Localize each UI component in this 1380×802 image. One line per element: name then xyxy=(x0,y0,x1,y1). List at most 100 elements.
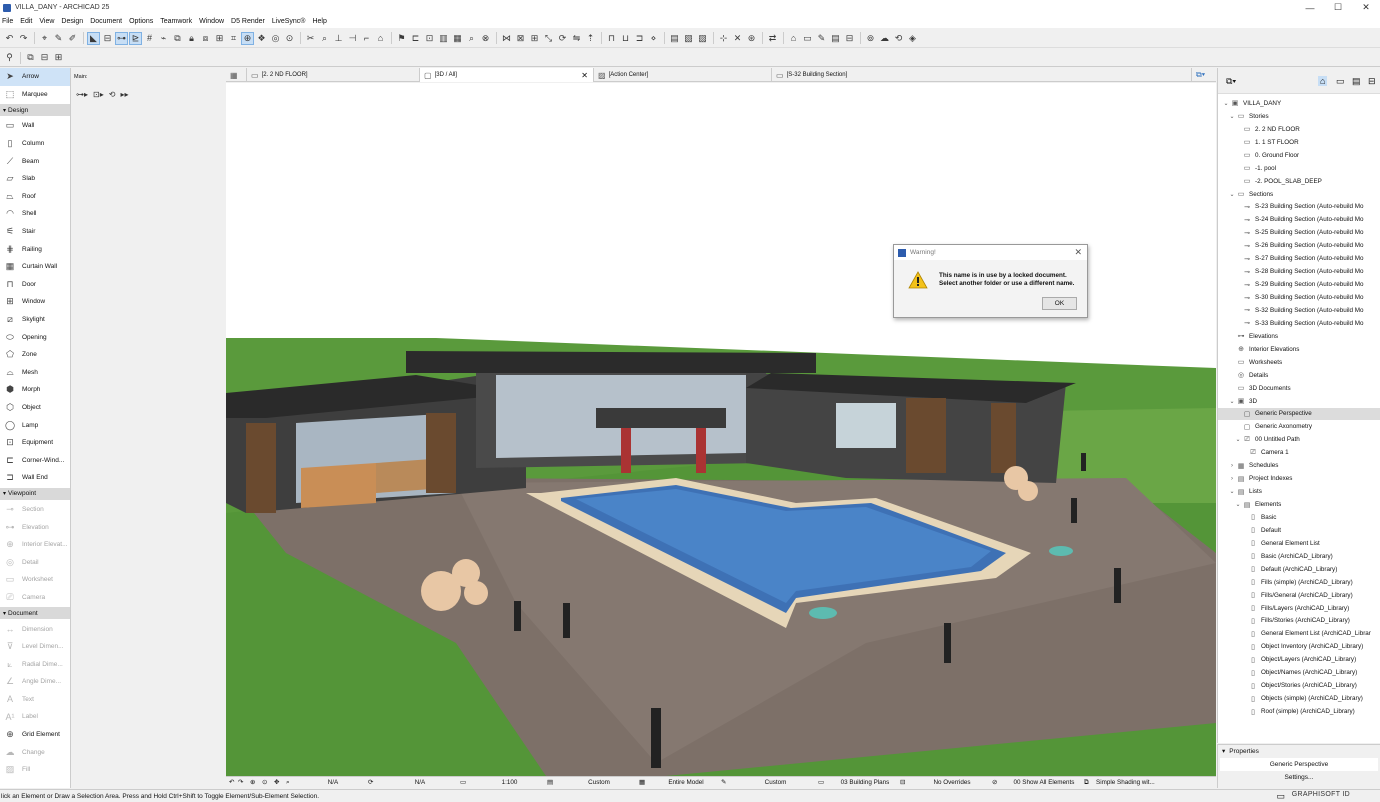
properties-header[interactable]: ▾ Properties xyxy=(1218,745,1380,757)
tool-detail[interactable]: ◎ Detail xyxy=(0,553,70,571)
publish-icon[interactable]: ⊡ xyxy=(423,32,436,45)
grid-snap-icon[interactable]: # xyxy=(143,32,156,45)
navigator-item[interactable]: ▢ Generic Perspective xyxy=(1218,407,1380,421)
menu-teamwork[interactable]: Teamwork xyxy=(160,18,192,25)
resize-icon[interactable]: ⊞ xyxy=(528,32,541,45)
sync-icon[interactable]: ⟲ xyxy=(892,32,905,45)
tool-curtain-wall[interactable]: ▦ Curtain Wall xyxy=(0,258,70,276)
zoom-area-icon[interactable]: ⌕ xyxy=(286,779,298,787)
inject-icon[interactable]: ✐ xyxy=(66,32,79,45)
navigator-item[interactable]: ▯ Fills/Layers (ArchiCAD_Library) xyxy=(1218,602,1380,615)
navigator-item[interactable]: ▯ General Element List xyxy=(1218,537,1380,550)
navigator-item[interactable]: ▯ Objects (simple) (ArchiCAD_Library) xyxy=(1218,692,1380,705)
navigator-item[interactable]: ▭ Worksheets xyxy=(1218,356,1380,369)
navigator-item[interactable]: ⌄ ▤ Elements xyxy=(1218,498,1380,511)
shading-icon[interactable]: ⧉ xyxy=(1084,779,1096,787)
search-icon[interactable]: ⌕ xyxy=(465,32,478,45)
snap-points-icon[interactable]: ⊵ xyxy=(129,31,142,45)
tool-worksheet[interactable]: ▭ Worksheet xyxy=(0,571,70,589)
flag-icon[interactable]: ⚑ xyxy=(395,32,408,45)
navigator-item[interactable]: › ▤ Project Indexes xyxy=(1218,472,1380,485)
tool-arrow[interactable]: ➤ Arrow xyxy=(0,68,70,86)
tab-menu-icon[interactable]: ⧉▾ xyxy=(1192,68,1216,82)
tool-fill[interactable]: ▨ Fill xyxy=(0,761,70,779)
tool-zone[interactable]: ⬠ Zone xyxy=(0,346,70,364)
navigator-item[interactable]: ▭ -1. pool xyxy=(1218,162,1380,175)
tool-camera[interactable]: ⎚ Camera xyxy=(0,589,70,607)
display-icon[interactable]: ▭ xyxy=(1276,791,1285,802)
navigator-item[interactable]: ⊸ S-29 Building Section (Auto-rebuild Mo xyxy=(1218,278,1380,291)
mvo-value[interactable]: 03 Building Plans xyxy=(830,779,900,786)
align-icon[interactable]: ▤ xyxy=(668,32,681,45)
bar-chart-icon[interactable]: ▥ xyxy=(437,32,450,45)
navigator-item[interactable]: ▯ Object/Names (ArchiCAD_Library) xyxy=(1218,666,1380,679)
layer-combination-value[interactable]: Custom xyxy=(559,779,639,786)
lock-icon[interactable]: 🔒︎ xyxy=(185,32,198,45)
trim-icon[interactable]: ⊔ xyxy=(619,32,632,45)
view-rotation-value[interactable]: N/A xyxy=(380,779,460,786)
explore-icon[interactable]: ⊙ xyxy=(283,32,296,45)
tool-change[interactable]: ☁ Change xyxy=(0,743,70,761)
tool-railing[interactable]: ⋕ Railing xyxy=(0,240,70,258)
paste-icon[interactable]: ⊟ xyxy=(38,51,51,64)
teamwork-icon[interactable]: ⇄ xyxy=(766,32,779,45)
scale-value[interactable]: 1:100 xyxy=(472,779,547,786)
tool-text[interactable]: A Text xyxy=(0,691,70,709)
chevron-down-icon[interactable]: ⌄ xyxy=(1234,501,1242,508)
arrow-select-icon[interactable]: ◣ xyxy=(87,31,100,45)
graphic-overrides-value[interactable]: No Overrides xyxy=(912,779,992,786)
magic-wand-icon[interactable]: ⌁ xyxy=(157,32,170,45)
order-icon[interactable]: ▨ xyxy=(696,32,709,45)
tool-shell[interactable]: ◠ Shell xyxy=(0,205,70,223)
cursor-settings-icon[interactable]: ▸▸ xyxy=(120,90,128,99)
edit-icon[interactable]: ✎ xyxy=(815,32,828,45)
tool-roof[interactable]: ⏢ Roof xyxy=(0,188,70,206)
zoom-icon[interactable]: ⌕ xyxy=(318,32,331,45)
navigator-item[interactable]: ▭ 3D Documents xyxy=(1218,382,1380,395)
navigator-item[interactable]: ⊸ S-28 Building Section (Auto-rebuild Mo xyxy=(1218,265,1380,278)
tool-equipment[interactable]: ⊡ Equipment xyxy=(0,434,70,452)
group-icon[interactable]: ⧈ xyxy=(199,32,212,45)
ok-button[interactable]: OK xyxy=(1042,297,1077,310)
navigator-item[interactable]: ▭ -2. POOL_SLAB_DEEP xyxy=(1218,175,1380,188)
orbit-icon[interactable]: ◎ xyxy=(269,32,282,45)
menu-file[interactable]: File xyxy=(2,18,13,25)
tool-wall-end[interactable]: ⊐ Wall End xyxy=(0,469,70,487)
navigator-item[interactable]: ▯ Fills (simple) (ArchiCAD_Library) xyxy=(1218,576,1380,589)
tool-angle-dime[interactable]: ∠ Angle Dime... xyxy=(0,673,70,691)
navigator-item[interactable]: ⎚ Camera 1 xyxy=(1218,446,1380,459)
document-section-header[interactable]: Document xyxy=(0,607,70,620)
chevron-right-icon[interactable]: › xyxy=(1228,463,1236,469)
trace-icon[interactable]: ⧉ xyxy=(171,32,184,45)
tool-label[interactable]: A¹ Label xyxy=(0,708,70,726)
redo-icon[interactable]: ↷ xyxy=(17,32,30,45)
dialog-close-icon[interactable]: ✕ xyxy=(1074,247,1082,258)
design-section-header[interactable]: Design xyxy=(0,104,70,117)
fillet-icon[interactable]: ⌐ xyxy=(360,32,373,45)
menu-d5-render[interactable]: D5 Render xyxy=(231,18,265,25)
organizer-icon[interactable]: ▤ xyxy=(829,32,842,45)
renovation-filter-value[interactable]: 00 Show All Elements xyxy=(1004,779,1084,786)
rotate-icon[interactable]: ⟳ xyxy=(556,32,569,45)
multiply-icon[interactable]: ✕ xyxy=(731,32,744,45)
navigator-item[interactable]: ⌄ ⎚ 00 Untitled Path xyxy=(1218,433,1380,446)
navigator-item[interactable]: ▯ Object/Stories (ArchiCAD_Library) xyxy=(1218,679,1380,692)
navigator-menu-icon[interactable]: ⧉▾ xyxy=(1226,76,1236,87)
navigator-item[interactable]: ⊸ S-23 Building Section (Auto-rebuild Mo xyxy=(1218,201,1380,214)
chevron-right-icon[interactable]: › xyxy=(1228,476,1236,482)
model-filter-value[interactable]: Entire Model xyxy=(651,779,721,786)
tool-skylight[interactable]: ⧄ Skylight xyxy=(0,311,70,329)
shading-value[interactable]: Simple Shading wit... xyxy=(1096,779,1176,786)
adjust-elements-icon[interactable]: ⊐ xyxy=(633,32,646,45)
viewpoint-section-header[interactable]: Viewpoint xyxy=(0,487,70,500)
stretch-icon[interactable]: ⊠ xyxy=(514,32,527,45)
chevron-down-icon[interactable]: ⌄ xyxy=(1228,488,1236,495)
tab-overview-icon[interactable]: ▦ xyxy=(226,68,247,82)
3d-viewport[interactable] xyxy=(226,83,1216,776)
navigator-item[interactable]: ⊸ S-32 Building Section (Auto-rebuild Mo xyxy=(1218,304,1380,317)
elevate-icon[interactable]: ⇡ xyxy=(584,32,597,45)
navigator-item[interactable]: ▯ Fills/Stories (ArchiCAD_Library) xyxy=(1218,615,1380,628)
navigator-item[interactable]: ▭ 0. Ground Floor xyxy=(1218,149,1380,162)
tool-column[interactable]: ▯ Column xyxy=(0,135,70,153)
tool-interior-elevat[interactable]: ⊕ Interior Elevat... xyxy=(0,536,70,554)
